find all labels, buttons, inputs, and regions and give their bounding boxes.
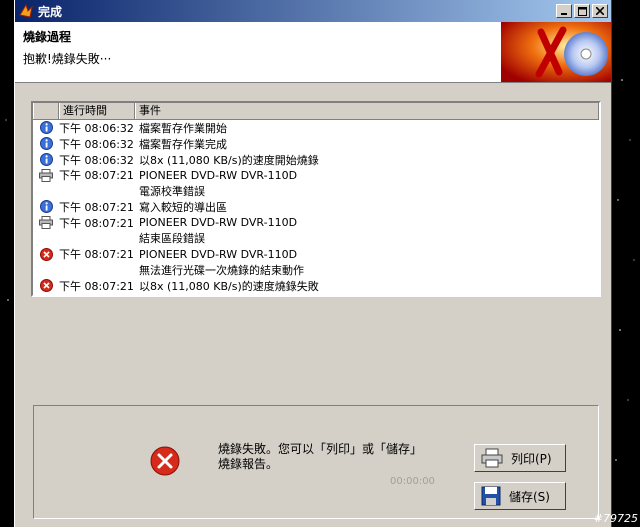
log-row-time: 下午 08:07:21	[59, 200, 134, 214]
watermark: #79725	[593, 512, 638, 525]
app-icon	[19, 3, 33, 18]
log-row-event: PIONEER DVD-RW DVR-110D	[139, 216, 298, 230]
log-row-event: 檔案暫存作業開始	[139, 121, 227, 135]
print-button[interactable]: 列印(P)	[474, 444, 566, 472]
info-icon	[33, 199, 59, 214]
printer-icon	[481, 448, 503, 468]
log-row-time: 下午 08:06:32	[59, 137, 134, 151]
log-row-time: 下午 08:07:21	[59, 216, 134, 230]
info-icon	[33, 152, 59, 167]
column-header-event[interactable]: 事件	[135, 103, 599, 119]
log-row-event: PIONEER DVD-RW DVR-110D	[139, 247, 298, 261]
log-row[interactable]: 無法進行光碟一次燒錄的結束動作	[33, 262, 599, 278]
close-icon	[596, 7, 604, 15]
minimize-icon	[561, 13, 567, 15]
window-title: 完成	[38, 4, 63, 19]
log-row-time: 下午 08:06:32	[59, 153, 134, 167]
error-icon	[33, 278, 59, 293]
log-row[interactable]: 下午 08:06:32 檔案暫存作業開始	[33, 120, 599, 136]
log-row-icon-empty	[33, 231, 59, 246]
log-row-event: 電源校準錯誤	[139, 185, 205, 199]
header-panel: 燒錄過程 抱歉!燒錄失敗···	[15, 22, 611, 83]
log-row-time: 下午 08:06:32	[59, 121, 134, 135]
error-icon	[33, 247, 59, 262]
save-button[interactable]: 儲存(S)	[474, 482, 566, 510]
log-row-event: 檔案暫存作業完成	[139, 137, 227, 151]
log-row[interactable]: 電源校準錯誤	[33, 183, 599, 199]
title-bar[interactable]: 完成	[15, 0, 611, 22]
printer-icon	[33, 168, 59, 183]
result-panel: 燒錄失敗。您可以「列印」或「儲存」燒錄報告。 00:00:00 列印(P) 儲存…	[33, 405, 599, 519]
burning-disc-logo	[501, 22, 611, 82]
maximize-button[interactable]	[574, 4, 590, 18]
log-row[interactable]: 下午 08:07:21 PIONEER DVD-RW DVR-110D	[33, 246, 599, 262]
log-row-event: 寫入較短的導出區	[139, 200, 227, 214]
elapsed-timer: 00:00:00	[390, 476, 435, 487]
log-row-event: PIONEER DVD-RW DVR-110D	[139, 168, 298, 182]
log-row-icon-empty	[33, 263, 59, 278]
log-row-event: 以8x (11,080 KB/s)的速度開始燒錄	[139, 153, 319, 167]
log-row[interactable]: 結束區段錯誤	[33, 231, 599, 247]
log-row-event: 以8x (11,080 KB/s)的速度燒錄失敗	[139, 279, 319, 293]
log-row-icon-empty	[33, 184, 59, 199]
log-row[interactable]: 下午 08:06:32 檔案暫存作業完成	[33, 136, 599, 152]
maximize-icon	[577, 6, 587, 16]
log-row-event: 無法進行光碟一次燒錄的結束動作	[139, 264, 304, 278]
save-button-label: 儲存(S)	[509, 489, 550, 504]
burn-log-list[interactable]: 進行時間 事件 下午 08:06:32 檔案暫存作業開始 下午 08:06:32 檔案…	[31, 101, 601, 297]
result-message: 燒錄失敗。您可以「列印」或「儲存」燒錄報告。	[218, 442, 423, 471]
burn-complete-window: 完成 燒錄過程 抱歉!燒錄失敗··· 進行時間 事件 下午 08:06:32 檔…	[14, 0, 612, 527]
log-row[interactable]: 下午 08:06:32 以8x (11,080 KB/s)的速度開始燒錄	[33, 152, 599, 168]
minimize-button[interactable]	[556, 4, 572, 18]
log-column-header: 進行時間 事件	[33, 103, 599, 120]
log-row[interactable]: 下午 08:07:21 以8x (11,080 KB/s)的速度燒錄失敗	[33, 278, 599, 294]
log-row[interactable]: 下午 08:07:21 PIONEER DVD-RW DVR-110D	[33, 215, 599, 231]
close-button[interactable]	[592, 4, 608, 18]
log-row-time: 下午 08:07:21	[59, 169, 134, 183]
print-button-label: 列印(P)	[511, 451, 552, 466]
error-icon	[150, 446, 180, 476]
floppy-disk-icon	[481, 486, 501, 506]
column-header-icon[interactable]	[33, 103, 59, 119]
log-row[interactable]: 下午 08:07:21 寫入較短的導出區	[33, 199, 599, 215]
page-subtitle: 抱歉!燒錄失敗···	[23, 52, 112, 66]
log-row[interactable]: 下午 08:07:21 PIONEER DVD-RW DVR-110D	[33, 167, 599, 183]
printer-icon	[33, 215, 59, 230]
column-header-time[interactable]: 進行時間	[59, 103, 135, 119]
page-title: 燒錄過程	[23, 30, 72, 44]
log-row-event: 結束區段錯誤	[139, 232, 205, 246]
log-rows: 下午 08:06:32 檔案暫存作業開始 下午 08:06:32 檔案暫存作業完成 下午…	[33, 120, 599, 294]
log-row-time: 下午 08:07:21	[59, 248, 134, 262]
info-icon	[33, 136, 59, 151]
info-icon	[33, 120, 59, 135]
log-row-time: 下午 08:07:21	[59, 279, 134, 293]
